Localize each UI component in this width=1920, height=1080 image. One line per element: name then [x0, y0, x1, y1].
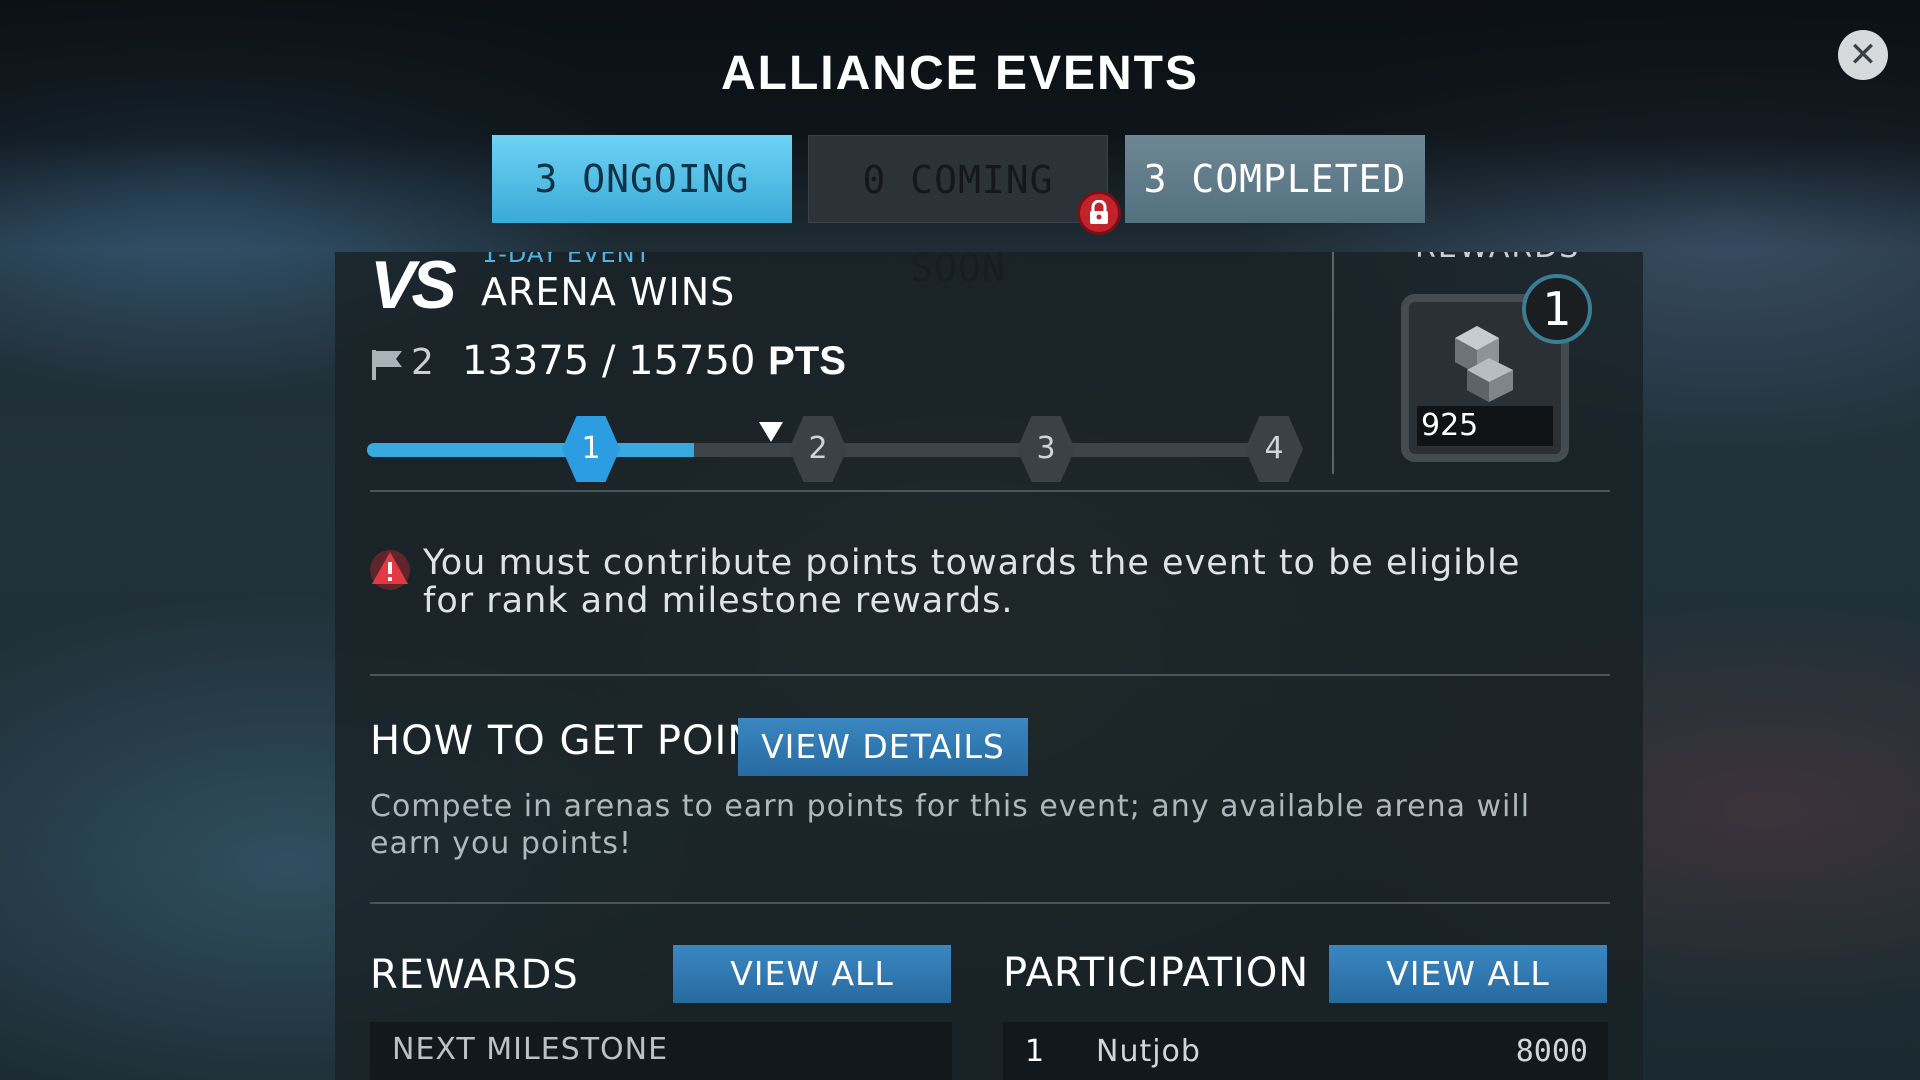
milestone-count: 2: [411, 342, 434, 383]
tab-coming-soon[interactable]: 0 COMING SOON: [808, 135, 1108, 290]
tab-ongoing[interactable]: 3 ONGOING: [492, 135, 792, 223]
participant-name: Nutjob: [1096, 1034, 1201, 1069]
points-unit: PTS: [768, 339, 846, 383]
event-duration: 1-DAY EVENT: [482, 252, 652, 268]
reward-tier-badge: 1: [1522, 274, 1592, 344]
view-details-button[interactable]: VIEW DETAILS: [738, 718, 1028, 776]
divider: [370, 674, 1610, 676]
points-readout: 13375 / 15750 PTS: [462, 338, 846, 384]
warning-icon: [370, 550, 410, 590]
milestone-node-2[interactable]: 2: [789, 416, 847, 482]
milestone-node-1[interactable]: 1: [562, 416, 620, 482]
progress-marker-icon: [759, 422, 783, 442]
reward-preview-heading: REWARDS: [1415, 252, 1580, 265]
reward-quantity: 925: [1417, 406, 1553, 446]
table-row[interactable]: 1 Nutjob 8000: [1003, 1022, 1608, 1080]
vertical-divider: [1332, 252, 1334, 474]
event-name: ARENA WINS: [481, 270, 736, 314]
participant-score: 8000: [1515, 1034, 1588, 1069]
milestone-node-3[interactable]: 3: [1017, 416, 1075, 482]
rewards-heading: REWARDS: [370, 952, 579, 998]
points-value: 13375 / 15750: [462, 338, 756, 384]
lock-icon: [1077, 191, 1121, 235]
flag-icon: [372, 350, 402, 380]
participation-heading: PARTICIPATION: [1003, 950, 1310, 996]
participant-rank: 1: [1025, 1034, 1045, 1069]
rewards-view-all-button[interactable]: VIEW ALL: [673, 945, 951, 1003]
close-icon[interactable]: ✕: [1838, 30, 1888, 80]
cube-resource-icon: [1455, 326, 1513, 402]
divider: [370, 902, 1610, 904]
participation-view-all-button[interactable]: VIEW ALL: [1329, 945, 1607, 1003]
progress-fill: [367, 443, 695, 457]
vs-badge: VS: [370, 252, 457, 323]
tab-completed[interactable]: 3 COMPLETED: [1125, 135, 1425, 223]
page-title: ALLIANCE EVENTS: [720, 47, 1200, 100]
event-panel: VS 1-DAY EVENT ARENA WINS 2 13375 / 1575…: [335, 252, 1643, 1080]
warning-text: You must contribute points towards the e…: [423, 543, 1521, 621]
divider: [370, 490, 1610, 492]
how-to-description: Compete in arenas to earn points for thi…: [370, 789, 1531, 861]
next-milestone-label: NEXT MILESTONE: [370, 1022, 952, 1080]
milestone-node-4[interactable]: 4: [1245, 416, 1303, 482]
